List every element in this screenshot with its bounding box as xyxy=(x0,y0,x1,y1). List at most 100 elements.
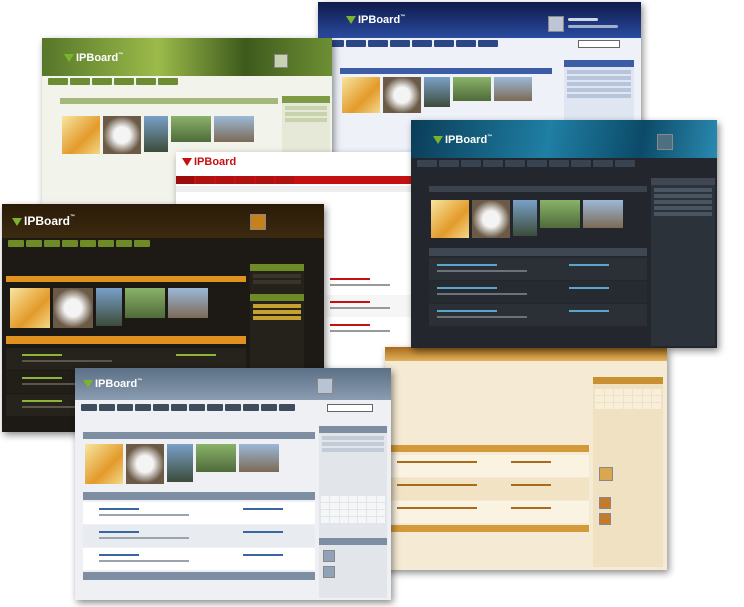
nav-tab[interactable] xyxy=(593,160,613,167)
sidebar-row[interactable] xyxy=(567,70,631,74)
user-avatar[interactable] xyxy=(548,16,564,32)
nav-tab[interactable] xyxy=(135,404,151,411)
calendar-day[interactable] xyxy=(652,389,661,395)
photo-thumbnail[interactable] xyxy=(196,444,236,472)
photo-thumbnail[interactable] xyxy=(239,444,279,472)
calendar-day[interactable] xyxy=(330,496,339,502)
photo-thumbnail[interactable] xyxy=(472,200,510,238)
nav-tab[interactable] xyxy=(26,240,42,247)
calendar-day[interactable] xyxy=(321,496,330,502)
category-header[interactable] xyxy=(429,248,647,256)
sidebar-row[interactable] xyxy=(654,188,712,192)
user-links[interactable] xyxy=(568,25,618,28)
nav-tab[interactable] xyxy=(207,404,223,411)
calendar-day[interactable] xyxy=(376,510,385,516)
nav-tab[interactable] xyxy=(279,404,295,411)
photo-thumbnail[interactable] xyxy=(126,444,164,484)
table-row[interactable] xyxy=(326,272,421,294)
nav-tab[interactable] xyxy=(346,40,366,47)
sidebar-row[interactable] xyxy=(322,448,384,452)
sidebar-row[interactable] xyxy=(567,94,631,98)
calendar-day[interactable] xyxy=(614,396,623,402)
nav-tab[interactable] xyxy=(48,78,68,85)
photo-thumbnail[interactable] xyxy=(431,200,469,238)
table-row[interactable] xyxy=(429,281,647,303)
photo-thumbnail[interactable] xyxy=(167,444,193,482)
nav-tab[interactable] xyxy=(116,240,132,247)
sidebar-row[interactable] xyxy=(285,118,327,122)
category-header[interactable] xyxy=(83,492,315,500)
nav-tab[interactable] xyxy=(456,40,476,47)
nav-tab[interactable] xyxy=(158,78,178,85)
search-input[interactable] xyxy=(327,404,373,412)
search-input[interactable] xyxy=(578,40,620,48)
nav-tab[interactable] xyxy=(153,404,169,411)
nav-tab[interactable] xyxy=(8,240,24,247)
nav-tab[interactable] xyxy=(571,160,591,167)
nav-tab[interactable] xyxy=(461,160,481,167)
nav-tab[interactable] xyxy=(196,176,214,184)
nav-tab[interactable] xyxy=(70,78,90,85)
calendar-day[interactable] xyxy=(367,510,376,516)
table-row[interactable] xyxy=(391,455,589,477)
sidebar-row[interactable] xyxy=(285,112,327,116)
table-row[interactable] xyxy=(326,318,421,340)
sidebar-row[interactable] xyxy=(253,274,301,278)
calendar-day[interactable] xyxy=(623,396,633,402)
photo-thumbnail[interactable] xyxy=(540,200,580,228)
calendar-day[interactable] xyxy=(330,510,339,516)
photo-thumbnail[interactable] xyxy=(53,288,93,328)
table-row[interactable] xyxy=(429,258,647,280)
table-row[interactable] xyxy=(83,525,315,547)
calendar-day[interactable] xyxy=(623,403,633,409)
calendar-day[interactable] xyxy=(348,510,358,516)
nav-tab[interactable] xyxy=(256,176,274,184)
table-row[interactable] xyxy=(83,548,315,570)
sidebar-row[interactable] xyxy=(567,88,631,92)
user-avatar[interactable] xyxy=(274,54,288,68)
nav-tab[interactable] xyxy=(439,160,459,167)
nav-tab[interactable] xyxy=(136,78,156,85)
table-row[interactable] xyxy=(326,295,421,317)
category-header[interactable] xyxy=(6,336,246,344)
user-avatar[interactable] xyxy=(599,467,613,481)
nav-tab[interactable] xyxy=(216,176,234,184)
calendar-day[interactable] xyxy=(604,389,614,395)
nav-tab[interactable] xyxy=(176,176,194,184)
user-avatar[interactable] xyxy=(323,550,335,562)
calendar-day[interactable] xyxy=(614,403,623,409)
calendar-day[interactable] xyxy=(623,389,633,395)
nav-tab[interactable] xyxy=(434,40,454,47)
nav-tab[interactable] xyxy=(368,40,388,47)
calendar-day[interactable] xyxy=(321,517,330,523)
nav-tab[interactable] xyxy=(44,240,60,247)
calendar-day[interactable] xyxy=(595,396,604,402)
calendar-day[interactable] xyxy=(339,517,348,523)
calendar-day[interactable] xyxy=(642,403,652,409)
calendar-day[interactable] xyxy=(358,503,367,509)
calendar-day[interactable] xyxy=(348,503,358,509)
calendar-day[interactable] xyxy=(595,389,604,395)
sidebar-row[interactable] xyxy=(567,82,631,86)
sidebar-row[interactable] xyxy=(654,206,712,210)
photo-thumbnail[interactable] xyxy=(125,288,165,318)
table-row[interactable] xyxy=(6,348,246,370)
sidebar-row[interactable] xyxy=(654,212,712,216)
nav-tab[interactable] xyxy=(92,78,112,85)
sidebar-row[interactable] xyxy=(253,304,301,308)
nav-tab[interactable] xyxy=(62,240,78,247)
calendar-day[interactable] xyxy=(330,517,339,523)
sidebar-row[interactable] xyxy=(567,76,631,80)
nav-tab[interactable] xyxy=(390,40,410,47)
category-header[interactable] xyxy=(83,572,315,580)
photo-thumbnail[interactable] xyxy=(494,77,532,101)
sidebar-row[interactable] xyxy=(654,200,712,204)
calendar-day[interactable] xyxy=(614,389,623,395)
photo-thumbnail[interactable] xyxy=(168,288,208,318)
photo-thumbnail[interactable] xyxy=(453,77,491,101)
nav-tab[interactable] xyxy=(99,404,115,411)
nav-tab[interactable] xyxy=(615,160,635,167)
nav-tab[interactable] xyxy=(276,176,294,184)
user-avatar[interactable] xyxy=(323,566,335,578)
nav-tab[interactable] xyxy=(98,240,114,247)
